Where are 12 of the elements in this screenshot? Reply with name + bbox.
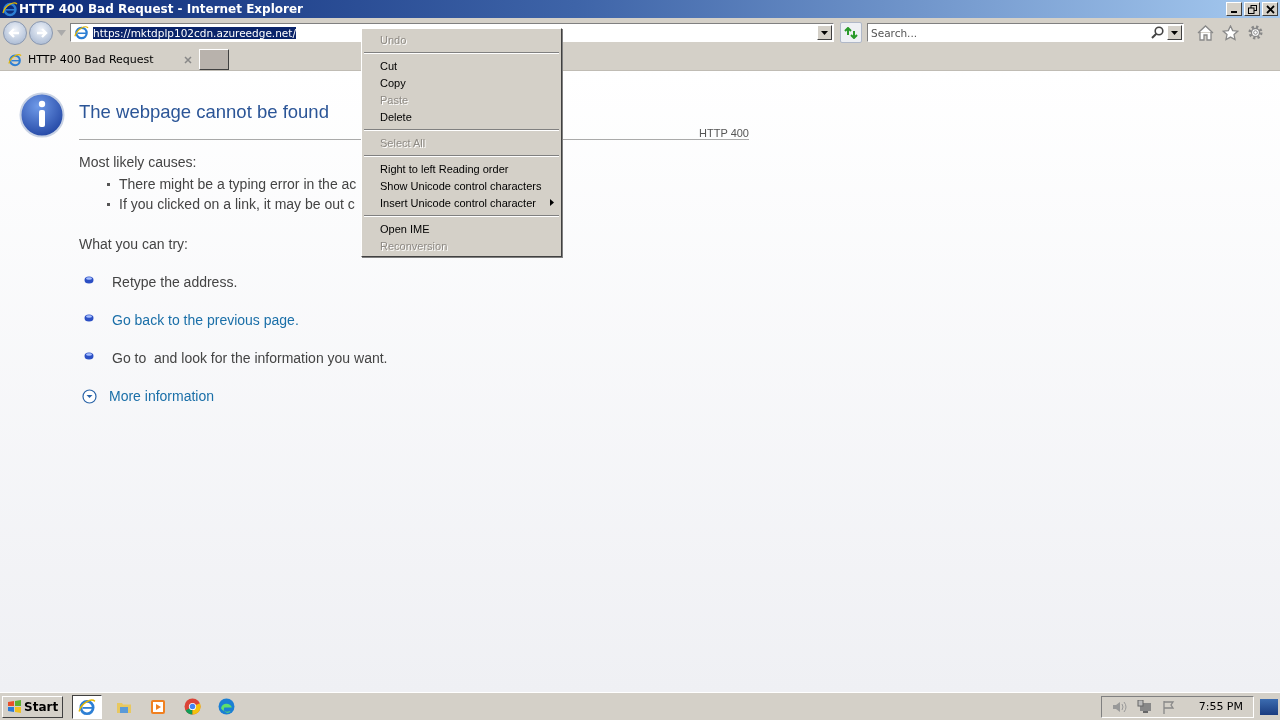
error-code: HTTP 400 — [699, 127, 749, 139]
page-heading: The webpage cannot be found — [79, 101, 329, 123]
clock-text: 7:55 PM — [1198, 700, 1243, 713]
cause-item: If you clicked on a link, it may be out c — [119, 195, 355, 213]
section-title: Most likely causes: — [79, 154, 197, 170]
suggestion-text: Go to and look for the information you want. — [112, 350, 388, 366]
suggestion-text: Retype the address. — [112, 274, 238, 290]
section-title: What you can try: — [79, 236, 188, 252]
tab-title: HTTP 400 Bad Request — [28, 53, 155, 66]
window-title: HTTP 400 Bad Request - Internet Explorer — [19, 2, 305, 16]
url-text: https://mktdplp102cdn.azureedge.net/ — [93, 26, 296, 39]
cause-item: There might be a typing error in the ac — [119, 175, 357, 193]
